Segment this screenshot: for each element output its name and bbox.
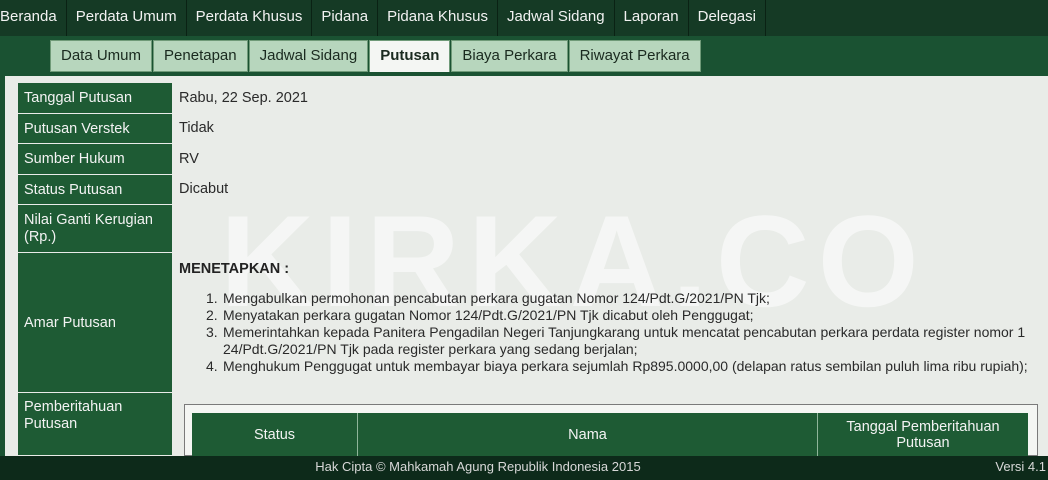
label-nilai-ganti-kerugian: Nilai Ganti Kerugian (Rp.) — [18, 205, 172, 253]
value-putusan-verstek: Tidak — [179, 120, 214, 136]
label-amar-putusan: Amar Putusan — [18, 253, 172, 393]
nav-pidana[interactable]: Pidana — [312, 0, 379, 36]
tab-putusan[interactable]: Putusan — [369, 40, 451, 72]
tab-biaya-perkara[interactable]: Biaya Perkara — [451, 40, 568, 72]
value-sumber-hukum: RV — [179, 151, 199, 167]
amar-list: 1. Mengabulkan permohonan pencabutan perk… — [206, 290, 1048, 375]
nav-beranda[interactable]: Beranda — [0, 0, 67, 36]
nav-perdata-khusus[interactable]: Perdata Khusus — [187, 0, 313, 36]
nav-delegasi[interactable]: Delegasi — [689, 0, 766, 36]
footer: Hak Cipta © Mahkamah Agung Republik Indo… — [0, 456, 1048, 480]
label-putusan-verstek: Putusan Verstek — [18, 114, 172, 144]
column-status: Status — [192, 413, 358, 456]
amar-item: 4. Menghukum Penggugat untuk membayar bia… — [206, 358, 1028, 374]
label-sumber-hukum: Sumber Hukum — [18, 144, 172, 175]
detail-tabs: Data Umum Penetapan Jadwal Sidang Putusa… — [50, 40, 702, 72]
version-text: Versi 4.1 — [995, 459, 1046, 474]
tab-riwayat-perkara[interactable]: Riwayat Perkara — [568, 40, 701, 72]
label-tanggal-putusan: Tanggal Putusan — [18, 83, 172, 114]
column-tanggal-pemberitahuan: Tanggal Pemberitahuan Putusan — [846, 418, 1000, 451]
nav-jadwal-sidang[interactable]: Jadwal Sidang — [498, 0, 615, 36]
top-navigation: Beranda Perdata Umum Perdata Khusus Pida… — [0, 0, 1048, 36]
amar-item: 3. Memerintahkan kepada Panitera Pengadil… — [206, 324, 1026, 357]
value-status-putusan: Dicabut — [179, 181, 229, 197]
value-tanggal-putusan: Rabu, 22 Sep. 2021 — [179, 90, 308, 106]
nav-pidana-khusus[interactable]: Pidana Khusus — [378, 0, 498, 36]
nav-laporan[interactable]: Laporan — [615, 0, 689, 36]
main-content: Data Umum Penetapan Jadwal Sidang Putusa… — [0, 36, 1048, 456]
amar-item: 1. Mengabulkan permohonan pencabutan perk… — [206, 290, 770, 306]
left-border — [0, 76, 5, 456]
tab-jadwal-sidang[interactable]: Jadwal Sidang — [248, 40, 369, 72]
tab-penetapan[interactable]: Penetapan — [153, 40, 248, 72]
nav-perdata-umum[interactable]: Perdata Umum — [67, 0, 187, 36]
column-nama: Nama — [358, 413, 818, 456]
notification-table-header: Status Nama Tanggal Pemberitahuan Putusa… — [192, 413, 1028, 456]
amar-heading: MENETAPKAN : — [179, 261, 290, 277]
label-pemberitahuan-putusan: Pemberitahuan Putusan — [18, 393, 172, 456]
tab-data-umum[interactable]: Data Umum — [50, 40, 153, 72]
amar-item: 2. Menyatakan perkara gugatan Nomor 124/P… — [206, 307, 754, 323]
copyright-text: Hak Cipta © Mahkamah Agung Republik Indo… — [315, 459, 641, 474]
label-status-putusan: Status Putusan — [18, 175, 172, 205]
